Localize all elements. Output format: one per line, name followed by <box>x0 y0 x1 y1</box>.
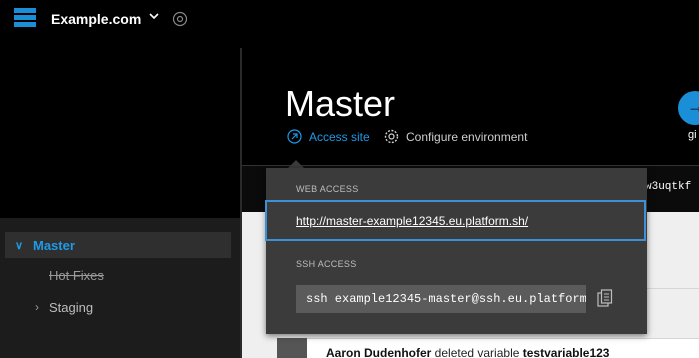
git-label: gi <box>688 129 697 141</box>
activity-user: Aaron Dudenhofer <box>326 346 432 358</box>
gear-icon[interactable] <box>172 11 188 27</box>
project-name[interactable]: Example.com <box>51 11 141 27</box>
ssh-command-field[interactable]: ssh example12345-master@ssh.eu.platform.… <box>296 285 586 313</box>
divider <box>645 288 699 289</box>
gear-icon <box>384 129 399 144</box>
tree-item-label: Staging <box>49 299 94 315</box>
chevron-right-icon[interactable]: › <box>35 300 49 314</box>
link-icon <box>287 129 302 144</box>
ssh-command-text: ssh example12345-master@ssh.eu.platform.… <box>306 292 586 306</box>
chevron-down-icon[interactable]: ∨ <box>15 239 29 252</box>
activity-text: Aaron Dudenhofer deleted variable testva… <box>326 346 609 358</box>
web-access-url-link[interactable]: http://master-example12345.eu.platform.s… <box>296 214 528 228</box>
platform-logo-icon[interactable] <box>14 8 36 30</box>
gear-icon <box>277 338 307 358</box>
environment-title: Master <box>285 83 396 124</box>
tree-item-staging[interactable]: › Staging <box>5 294 231 320</box>
web-access-url-box[interactable]: http://master-example12345.eu.platform.s… <box>265 200 646 241</box>
tree-item-master[interactable]: ∨ Master <box>5 232 231 258</box>
configure-environment-label: Configure environment <box>406 129 528 144</box>
access-site-link[interactable]: Access site <box>287 129 370 144</box>
configure-environment-link[interactable]: Configure environment <box>384 129 527 144</box>
commit-hash: w3uqtkf <box>645 181 692 193</box>
tree-item-hot-fixes[interactable]: Hot Fixes <box>5 262 231 288</box>
copy-icon[interactable] <box>597 289 613 307</box>
access-site-label: Access site <box>309 129 370 144</box>
ssh-access-heading: SSH ACCESS <box>296 259 357 269</box>
activity-target: testvariable123 <box>522 346 610 358</box>
tree-item-label: Hot Fixes <box>49 267 104 283</box>
tree-item-label: Master <box>33 237 75 253</box>
chevron-down-icon[interactable] <box>148 10 160 22</box>
web-access-heading: WEB ACCESS <box>296 184 359 194</box>
activity-action: deleted variable <box>431 346 523 358</box>
